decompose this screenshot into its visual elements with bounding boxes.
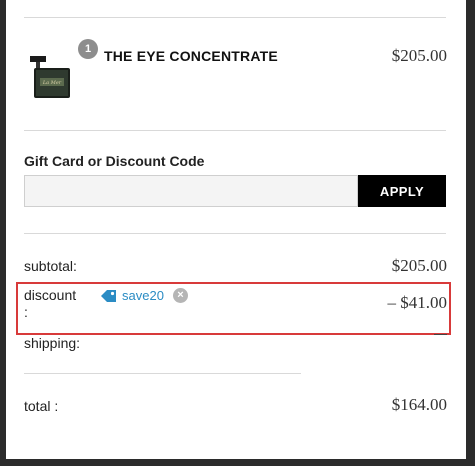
shipping-value-dash — [434, 334, 447, 335]
shipping-label: shipping: — [24, 335, 81, 351]
gift-card-label: Gift Card or Discount Code — [24, 153, 205, 169]
discount-code-tag: save20 — [122, 288, 164, 303]
svg-text:La Mer: La Mer — [42, 80, 62, 86]
product-image: La Mer — [26, 52, 72, 102]
divider-gift-card — [24, 233, 446, 234]
quantity-badge: 1 — [78, 39, 98, 59]
subtotal-value: $205.00 — [391, 256, 447, 275]
product-price: $205.00 — [391, 46, 447, 65]
total-label: total : — [24, 398, 59, 414]
discount-label: discount — [24, 287, 77, 303]
cart-summary-panel — [6, 0, 466, 459]
discount-highlight-box — [16, 282, 451, 335]
total-value: $164.00 — [391, 395, 447, 414]
remove-discount-icon[interactable]: × — [173, 288, 188, 303]
discount-code-input[interactable] — [24, 175, 358, 207]
divider-product — [24, 130, 446, 131]
product-name: THE EYE CONCENTRATE — [104, 48, 278, 64]
apply-button[interactable]: APPLY — [358, 175, 446, 207]
subtotal-label: subtotal: — [24, 258, 77, 274]
discount-colon: : — [24, 304, 28, 320]
tag-icon — [100, 288, 118, 304]
discount-value: – $41.00 — [387, 293, 448, 312]
divider-top — [24, 17, 446, 18]
divider-shipping — [24, 373, 301, 374]
